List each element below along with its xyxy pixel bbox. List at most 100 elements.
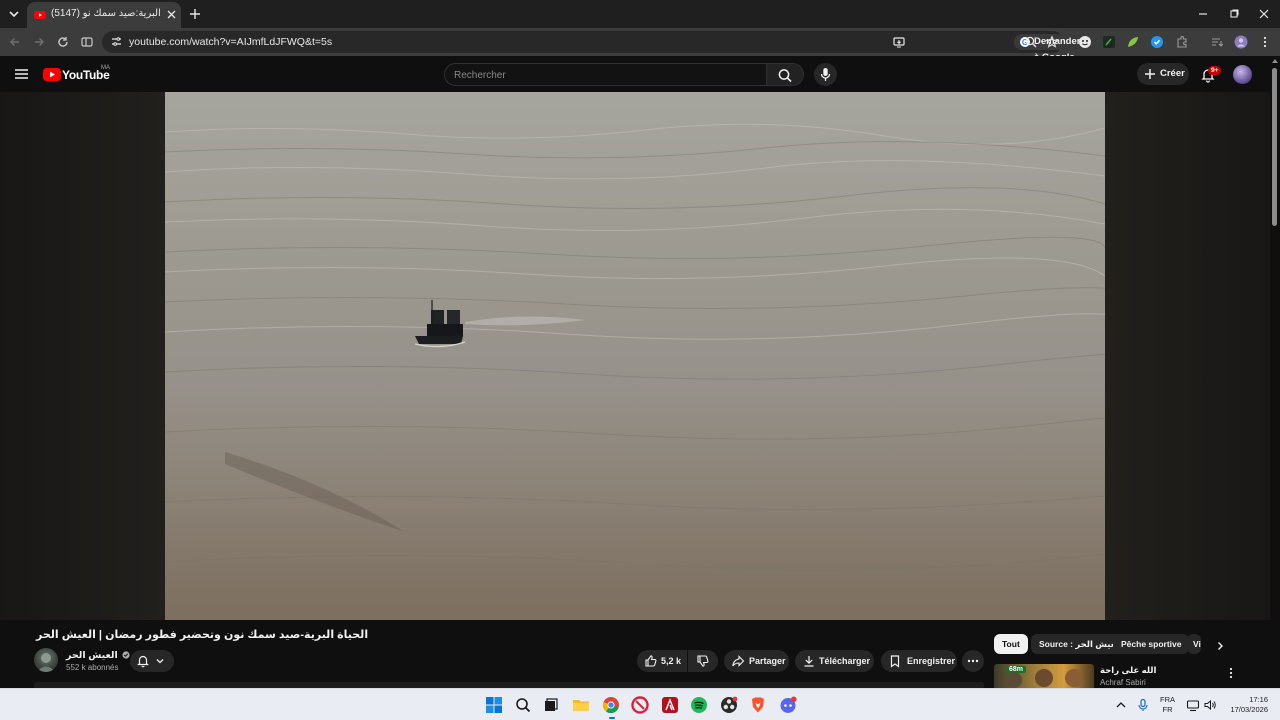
windows-taskbar: FRA FR 17:16 17/03/2026 [0, 688, 1280, 720]
restore-window-icon[interactable] [1227, 7, 1241, 21]
minimize-window-icon[interactable] [1196, 7, 1210, 21]
channel-name-text: العيش الحر [66, 650, 118, 661]
rc-bait-boat [414, 300, 466, 348]
clock-date: 17/03/2026 [1230, 705, 1268, 714]
browser-tab-active[interactable]: (5147) الحياة البرية:صيد سمك نو [27, 2, 181, 28]
tray-chevron-up-icon[interactable] [1114, 698, 1132, 716]
search-box [444, 63, 767, 86]
zoom-icon[interactable] [1024, 35, 1038, 49]
youtube-masthead: YouTube MA Créer 9+ [0, 56, 1280, 92]
browser-toolbar: youtube.com/watch?v=AIJmfLdJFWQ&t=5s G D… [0, 28, 1280, 63]
youtube-region-code: MA [101, 65, 110, 71]
chip-sport-fishing[interactable]: Pêche sportive [1113, 634, 1190, 654]
side-panel-icon[interactable] [80, 35, 94, 49]
opera-app-icon[interactable] [631, 696, 649, 714]
chrome-browser-icon[interactable] [602, 696, 620, 714]
back-arrow-icon[interactable] [8, 35, 22, 49]
search-button[interactable] [767, 63, 804, 86]
browser-menu-kebab-icon[interactable] [1258, 35, 1272, 49]
install-app-icon[interactable] [892, 35, 906, 49]
tab-search-chevron-icon[interactable] [6, 6, 22, 22]
reading-list-icon[interactable] [1210, 35, 1224, 49]
thumbs-down-icon [697, 655, 709, 667]
extensions-puzzle-icon[interactable] [1175, 35, 1189, 49]
page-scrollbar[interactable] [1270, 56, 1280, 688]
tray-volume-icon[interactable] [1203, 698, 1221, 716]
bookmark-icon [890, 655, 900, 668]
taskbar-clock[interactable]: 17:16 17/03/2026 [1226, 695, 1268, 715]
download-button[interactable]: Télécharger [795, 650, 874, 672]
video-frame-water-scene [165, 123, 1105, 620]
chip-videos-partial[interactable]: Vi [1187, 634, 1201, 654]
youtube-favicon-icon [34, 9, 46, 21]
video-title: الحياة البرية-صيد سمك نون وتحضير فطور رم… [36, 629, 369, 641]
save-to-playlist-button[interactable]: Enregistrer [881, 650, 957, 672]
task-view-icon[interactable] [542, 696, 560, 714]
tray-microphone-icon[interactable] [1136, 698, 1154, 716]
video-info-panel: الحياة البرية-صيد سمك نون وتحضير فطور رم… [0, 620, 1270, 688]
bell-icon [136, 654, 150, 668]
subscriber-count: 552 k abonnés [66, 663, 119, 672]
plus-icon [1144, 68, 1156, 80]
tab-title: (5147) الحياة البرية:صيد سمك نو [51, 8, 163, 19]
chevron-down-icon [155, 656, 165, 666]
subscription-bell-button[interactable] [130, 650, 174, 672]
site-info-icon[interactable] [110, 35, 123, 48]
keyboard-layout-code: FR [1162, 705, 1173, 714]
close-tab-icon[interactable] [166, 9, 177, 20]
channel-avatar[interactable] [34, 648, 58, 672]
address-bar[interactable]: youtube.com/watch?v=AIJmfLdJFWQ&t=5s G D… [102, 31, 1087, 63]
clock-time: 17:16 [1249, 695, 1268, 704]
video-player[interactable] [165, 92, 1105, 620]
brave-browser-icon[interactable] [749, 696, 767, 714]
file-explorer-icon[interactable] [572, 696, 590, 714]
profile-avatar-icon[interactable] [1234, 35, 1248, 49]
chrome-active-indicator [609, 717, 615, 719]
obs-studio-icon[interactable] [720, 696, 738, 714]
create-button[interactable]: Créer [1137, 63, 1189, 85]
browser-tab-strip: (5147) الحياة البرية:صيد سمك نو [0, 0, 1280, 28]
save-label: Enregistrer [907, 656, 956, 666]
share-label: Partager [749, 656, 786, 666]
chip-all[interactable]: Tout [994, 634, 1028, 654]
close-window-icon[interactable] [1257, 7, 1271, 21]
new-tab-plus-icon[interactable] [188, 7, 202, 21]
adobe-app-icon[interactable] [661, 696, 679, 714]
scroll-up-arrow-icon[interactable] [1272, 58, 1278, 64]
like-button[interactable]: 5,2 k [637, 650, 687, 672]
spotify-icon[interactable] [690, 696, 708, 714]
reload-icon[interactable] [56, 35, 70, 49]
more-horizontal-icon [967, 659, 979, 663]
input-language-indicator[interactable]: FRA FR [1160, 695, 1175, 715]
url-text: youtube.com/watch?v=AIJmfLdJFWQ&t=5s [129, 36, 333, 48]
share-button[interactable]: Partager [724, 650, 789, 672]
recommended-video-title[interactable]: الله على راحة [1100, 665, 1156, 676]
discord-icon[interactable] [779, 696, 797, 714]
extension-face-icon[interactable] [1078, 35, 1092, 49]
dislike-button[interactable] [688, 650, 718, 672]
recommended-video-more-icon[interactable] [1226, 666, 1236, 680]
chips-next-chevron-icon[interactable] [1214, 640, 1226, 652]
youtube-logo-icon[interactable] [43, 68, 61, 81]
language-code: FRA [1160, 695, 1175, 704]
bookmark-star-icon[interactable] [1045, 35, 1059, 49]
recommended-video-thumbnail[interactable]: 68m [994, 664, 1094, 688]
channel-name[interactable]: العيش الحر [66, 650, 130, 661]
tray-network-icon[interactable] [1186, 698, 1204, 716]
forward-arrow-icon[interactable] [32, 35, 46, 49]
download-icon [804, 656, 814, 667]
extension-leaf-icon[interactable] [1126, 35, 1140, 49]
recommended-video-channel[interactable]: Achraf Sabiri [1100, 678, 1146, 687]
account-avatar[interactable] [1233, 65, 1252, 84]
hamburger-menu-icon[interactable] [14, 67, 29, 81]
scrollbar-thumb[interactable] [1272, 68, 1277, 226]
more-actions-button[interactable] [962, 650, 984, 672]
taskbar-search-icon[interactable] [514, 696, 532, 714]
extension-shield-icon[interactable] [1150, 35, 1164, 49]
voice-search-mic-icon[interactable] [814, 63, 837, 86]
windows-start-icon[interactable] [485, 696, 503, 714]
extension-terminal-icon[interactable] [1102, 35, 1116, 49]
search-input[interactable] [454, 68, 754, 82]
notifications-badge: 9+ [1208, 66, 1222, 75]
download-label: Télécharger [819, 656, 871, 666]
